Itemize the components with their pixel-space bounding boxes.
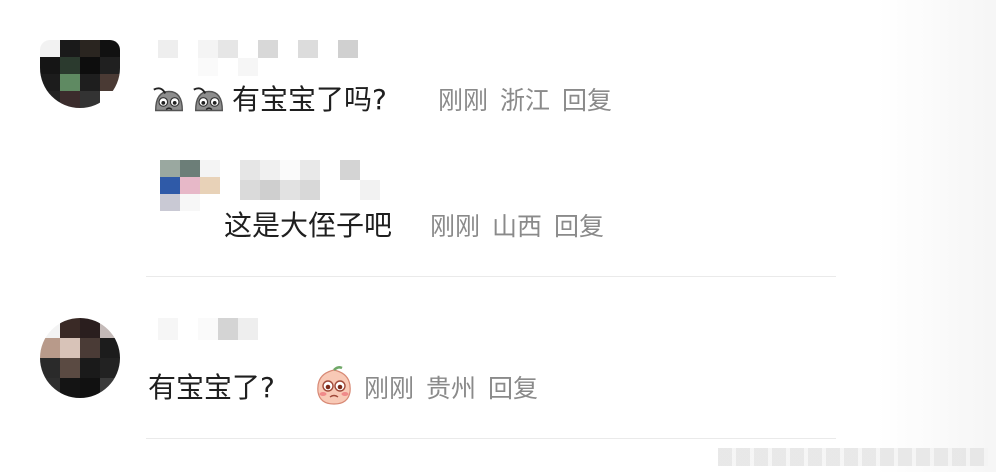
page-edge-shadow (876, 0, 996, 472)
username[interactable] (158, 40, 382, 76)
peach-shy-face-icon (317, 366, 351, 405)
username[interactable] (240, 160, 380, 200)
watermark (718, 448, 988, 466)
reply-button[interactable]: 回复 (562, 86, 612, 115)
comment-text: 有宝宝了? (148, 371, 275, 404)
comment-meta: 刚刚 贵州 回复 (364, 371, 550, 407)
avatar[interactable] (40, 318, 120, 398)
username[interactable] (158, 318, 258, 340)
comment-text: 有宝宝了吗? (232, 83, 387, 116)
comment-divider (146, 276, 836, 277)
crying-face-icon (193, 87, 224, 112)
comment-meta: 刚刚 山西 回复 (430, 209, 616, 245)
comment-location: 贵州 (426, 374, 477, 403)
reply-button[interactable]: 回复 (488, 374, 538, 403)
comment-divider (146, 438, 836, 439)
comment-time: 刚刚 (430, 212, 481, 241)
comment-time: 刚刚 (364, 374, 415, 403)
comment-location: 山西 (492, 212, 543, 241)
comment-meta: 刚刚 浙江 回复 (438, 83, 624, 119)
comment-text: 这是大侄子吧 (224, 209, 393, 242)
avatar[interactable] (160, 160, 220, 212)
crying-face-icon (153, 87, 184, 112)
comment-location: 浙江 (500, 86, 551, 115)
reply-button[interactable]: 回复 (554, 212, 604, 241)
avatar[interactable] (40, 40, 120, 108)
comment-time: 刚刚 (438, 86, 489, 115)
